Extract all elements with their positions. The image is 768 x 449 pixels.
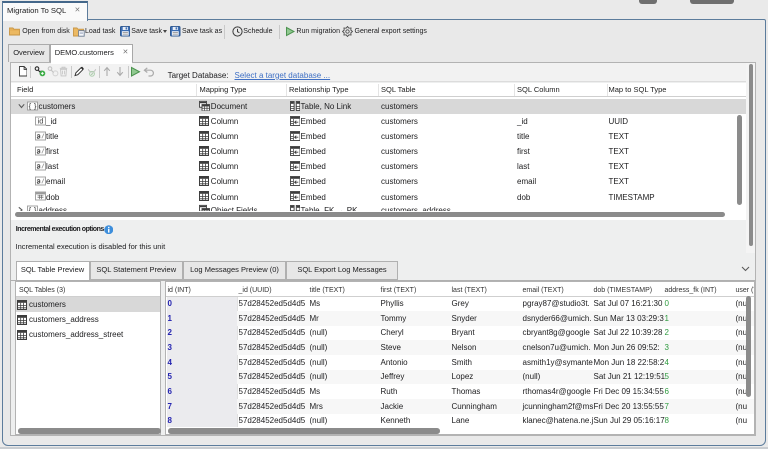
svg-text:id: id (37, 116, 43, 125)
svg-text:{: { (28, 101, 31, 110)
svg-text:{: { (28, 205, 31, 211)
